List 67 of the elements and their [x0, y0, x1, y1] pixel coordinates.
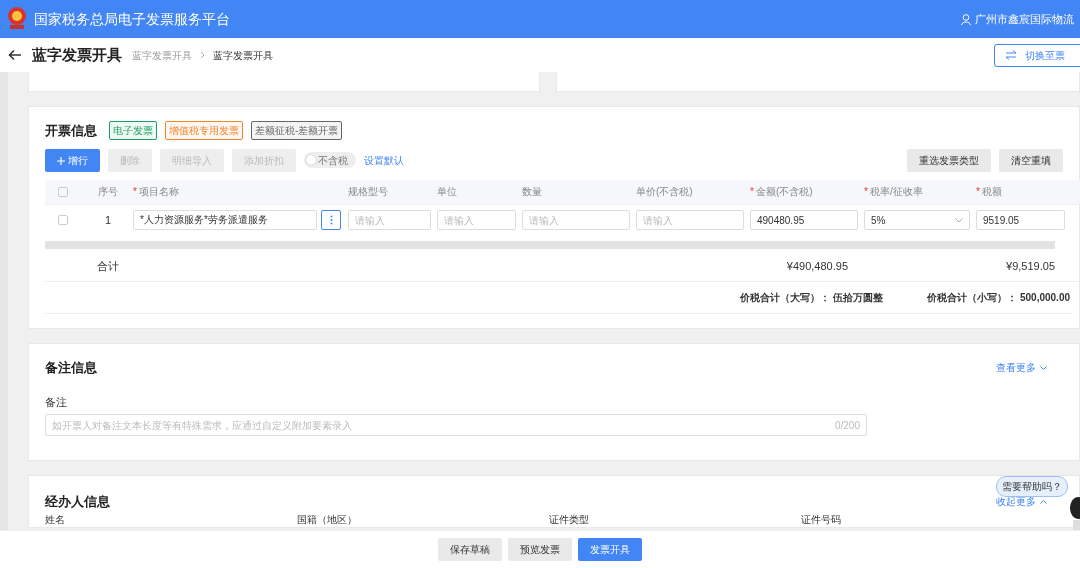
field-label: 姓名 — [45, 512, 66, 527]
input-field[interactable]: 9519.05 — [976, 210, 1065, 230]
total-label: 合计 — [96, 259, 120, 275]
remark-field[interactable]: 如开票人对备注文本长度等有特殊需求，应通过自定义附加要素录入 0/200 — [45, 414, 867, 436]
select-all-checkbox[interactable] — [58, 186, 68, 197]
more-button[interactable] — [321, 210, 341, 230]
more-icon — [329, 215, 333, 225]
emblem-icon — [6, 6, 28, 32]
field-label: 证件类型 — [549, 512, 590, 527]
action-button[interactable]: 重选发票类型 — [907, 148, 991, 172]
chevron-up-icon — [1040, 499, 1047, 504]
column-header: 序号 — [97, 185, 119, 199]
field-label: 国籍（地区） — [297, 512, 358, 527]
field-label: 证件号码 — [801, 512, 842, 527]
footer-button[interactable]: 预览发票 — [508, 538, 572, 561]
section-title: 经办人信息 — [45, 493, 110, 511]
input-field[interactable]: 请输入 — [522, 210, 630, 230]
user-name[interactable]: 广州市鑫宸国际物流 — [975, 10, 1074, 28]
summary-text: 价税合计（大写）： 伍拾万圆整 — [740, 291, 884, 305]
char-counter: 0/200 — [834, 418, 860, 433]
switch-button[interactable]: 切换至票 — [994, 43, 1080, 67]
chevron-down-icon — [955, 217, 963, 223]
input-field[interactable]: 请输入 — [636, 210, 744, 230]
column-header: 单价(不含税) — [636, 185, 694, 199]
field-label: 备注 — [45, 394, 68, 410]
footer-button[interactable]: 发票开具 — [578, 538, 642, 561]
section-title: 开票信息 — [45, 122, 97, 140]
total-amount: ¥490,480.95 — [785, 259, 849, 275]
site-title: 国家税务总局电子发票服务平台 — [34, 9, 230, 29]
default-link[interactable]: 设置默认 — [363, 152, 404, 168]
total-tax: ¥9,519.05 — [1005, 259, 1056, 275]
column-header: * 税率/征收率 — [864, 185, 924, 199]
breadcrumb-link[interactable]: 蓝字发票开具 — [132, 47, 192, 63]
column-header: * 金额(不含税) — [750, 185, 814, 199]
action-button[interactable]: 清空重填 — [999, 148, 1063, 172]
placeholder-text: 如开票人对备注文本长度等有特殊需求，应通过自定义附加要素录入 — [52, 418, 353, 433]
collapse-link[interactable]: 收起更多 — [996, 494, 1047, 510]
column-header: 数量 — [522, 185, 543, 199]
column-header: 规格型号 — [348, 185, 389, 199]
invoice-type-tag: 增值税专用发票 — [165, 121, 243, 141]
tax-toggle[interactable]: 不含税 — [303, 152, 356, 168]
row-checkbox[interactable] — [58, 215, 68, 225]
breadcrumb-link[interactable]: 蓝字发票开具 — [213, 47, 273, 63]
view-more-link[interactable]: 查看更多 — [996, 360, 1047, 376]
invoice-type-tag: 电子发票 — [109, 121, 157, 141]
input-field[interactable]: 490480.95 — [750, 210, 858, 230]
footer-button[interactable]: 保存草稿 — [438, 538, 502, 561]
table-cell-text: 1 — [103, 212, 113, 228]
item-name-field[interactable]: *人力资源服务*劳务派遣服务 — [133, 210, 317, 230]
column-header: * 税额 — [976, 185, 1003, 199]
swap-icon — [1005, 50, 1017, 60]
help-bubble[interactable]: 需要帮助吗？ — [996, 476, 1068, 497]
input-field[interactable]: 请输入 — [437, 210, 516, 230]
page-title: 蓝字发票开具 — [32, 44, 122, 65]
column-header: 单位 — [437, 185, 458, 199]
summary-text: 价税合计（小写）： 500,000.00 — [927, 291, 1070, 305]
back-icon[interactable] — [8, 49, 22, 61]
add-row-button[interactable]: 增行 — [45, 148, 100, 172]
column-header: * 项目名称 — [133, 185, 180, 199]
chevron-down-icon — [1040, 365, 1047, 370]
user-icon — [961, 13, 971, 25]
rate-select[interactable]: 5% — [864, 210, 970, 230]
plus-icon — [57, 156, 65, 165]
chevron-icon — [200, 51, 205, 59]
input-field[interactable]: 请输入 — [348, 210, 431, 230]
invoice-type-tag: 差额征税-差额开票 — [251, 121, 343, 141]
section-title: 备注信息 — [45, 359, 97, 377]
